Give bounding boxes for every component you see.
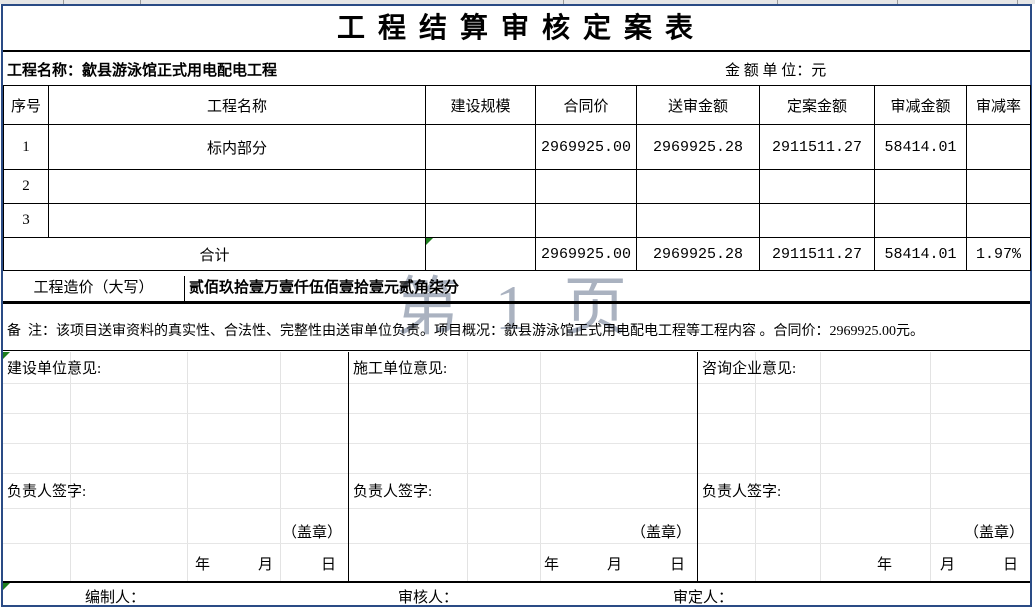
day-label: 日 [670, 557, 685, 573]
header-contract: 合同价 [536, 86, 637, 125]
opinion-title: 咨询企业意见: [702, 357, 796, 378]
opinion-owner-section[interactable]: 建设单位意见: 负责人签字: （盖章） 年 月 日 [3, 352, 348, 581]
seal-label: （盖章） [631, 521, 691, 542]
cell-final[interactable]: 2911511.27 [760, 125, 875, 170]
amount-in-words-label: 工程造价（大写） [3, 276, 185, 301]
signature-label: 负责人签字: [7, 480, 86, 501]
day-label: 日 [1003, 557, 1018, 573]
month-label: 月 [258, 557, 273, 573]
table-row: 1 标内部分 2969925.00 2969925.28 2911511.27 … [4, 125, 1031, 170]
amount-in-words-row: 工程造价（大写） 贰佰玖拾壹万壹仟伍佰壹拾壹元贰角柒分 [3, 276, 1030, 304]
opinion-sections: 建设单位意见: 负责人签字: （盖章） 年 月 日 施工单位意见: 负责人签字: （… [3, 352, 1030, 583]
cell-serial[interactable]: 2 [4, 170, 49, 204]
seal-label: （盖章） [282, 521, 342, 542]
header-serial: 序号 [4, 86, 49, 125]
total-final[interactable]: 2911511.27 [760, 238, 875, 271]
year-label: 年 [877, 557, 892, 573]
approver-label[interactable]: 审定人： [673, 586, 733, 607]
project-info-row: 工程名称：歙县游泳馆正式用电配电工程 金 额 单 位：元 [3, 54, 1030, 86]
reviewer-label[interactable]: 审核人： [398, 586, 458, 607]
header-reduction: 审减金额 [875, 86, 967, 125]
header-scale: 建设规模 [426, 86, 536, 125]
cell-reduction[interactable]: 58414.01 [875, 125, 967, 170]
cell-rate[interactable] [967, 170, 1031, 204]
preparer-label[interactable]: 编制人： [85, 586, 145, 607]
month-label: 月 [940, 557, 955, 573]
header-rate: 审减率 [967, 86, 1031, 125]
header-final: 定案金额 [760, 86, 875, 125]
year-label: 年 [195, 557, 210, 573]
total-label[interactable]: 合计 [4, 238, 426, 271]
cell-name[interactable] [49, 170, 426, 204]
cell-serial[interactable]: 1 [4, 125, 49, 170]
staff-row: 编制人： 审核人： 审定人： [3, 583, 1030, 605]
project-name-label: 工程名称：歙县游泳馆正式用电配电工程 [7, 59, 277, 80]
cell-final[interactable] [760, 204, 875, 238]
signature-label: 负责人签字: [702, 480, 781, 501]
total-reduction[interactable]: 58414.01 [875, 238, 967, 271]
cell-submitted[interactable] [637, 170, 760, 204]
error-indicator-icon [426, 238, 433, 245]
cell-contract[interactable]: 2969925.00 [536, 125, 637, 170]
table-row: 2 [4, 170, 1031, 204]
signature-label: 负责人签字: [353, 480, 432, 501]
month-label: 月 [607, 557, 622, 573]
year-label: 年 [544, 557, 559, 573]
settlement-table: 序号 工程名称 建设规模 合同价 送审金额 定案金额 审减金额 审减率 1 标内… [3, 85, 1031, 271]
total-submitted[interactable]: 2969925.28 [637, 238, 760, 271]
cell-scale[interactable] [426, 204, 536, 238]
cell-rate[interactable] [967, 204, 1031, 238]
date-line: 年月日 [544, 553, 685, 574]
total-scale-cell[interactable] [426, 238, 536, 271]
table-header-row: 序号 工程名称 建设规模 合同价 送审金额 定案金额 审减金额 审减率 [4, 86, 1031, 125]
total-rate[interactable]: 1.97% [967, 238, 1031, 271]
error-indicator-icon [3, 583, 10, 590]
seal-label: （盖章） [964, 521, 1024, 542]
opinion-contractor-section[interactable]: 施工单位意见: 负责人签字: （盖章） 年 月 日 [348, 352, 697, 581]
cell-serial[interactable]: 3 [4, 204, 49, 238]
total-row: 合计 2969925.00 2969925.28 2911511.27 5841… [4, 238, 1031, 271]
cell-scale[interactable] [426, 125, 536, 170]
date-line: 年月日 [877, 553, 1018, 574]
cell-contract[interactable] [536, 170, 637, 204]
cell-contract[interactable] [536, 204, 637, 238]
opinion-consultant-section[interactable]: 咨询企业意见: 负责人签字: （盖章） 年 月 日 [697, 352, 1030, 581]
date-line: 年月日 [195, 553, 336, 574]
cell-submitted[interactable]: 2969925.28 [637, 125, 760, 170]
cell-rate[interactable] [967, 125, 1031, 170]
day-label: 日 [321, 557, 336, 573]
print-page-area: 第 1 页 工 程 结 算 审 核 定 案 表 工程名称：歙县游泳馆正式用电配电… [1, 4, 1032, 607]
cell-name[interactable] [49, 204, 426, 238]
remarks-row: 备 注：该项目送审资料的真实性、合法性、完整性由送审单位负责。项目概况：歙县游泳… [3, 304, 1030, 351]
cell-final[interactable] [760, 170, 875, 204]
amount-in-words-value[interactable]: 贰佰玖拾壹万壹仟伍佰壹拾壹元贰角柒分 [185, 276, 1030, 301]
total-contract[interactable]: 2969925.00 [536, 238, 637, 271]
spreadsheet-page: 第 1 页 工 程 结 算 审 核 定 案 表 工程名称：歙县游泳馆正式用电配电… [0, 0, 1035, 611]
opinion-title: 建设单位意见: [7, 357, 101, 378]
cell-submitted[interactable] [637, 204, 760, 238]
table-row: 3 [4, 204, 1031, 238]
cell-reduction[interactable] [875, 170, 967, 204]
cell-name[interactable]: 标内部分 [49, 125, 426, 170]
header-submitted: 送审金额 [637, 86, 760, 125]
amount-unit-label: 金 额 单 位：元 [725, 59, 826, 80]
page-title: 工 程 结 算 审 核 定 案 表 [3, 6, 1030, 52]
opinion-title: 施工单位意见: [353, 357, 447, 378]
cell-reduction[interactable] [875, 204, 967, 238]
header-name: 工程名称 [49, 86, 426, 125]
cell-scale[interactable] [426, 170, 536, 204]
